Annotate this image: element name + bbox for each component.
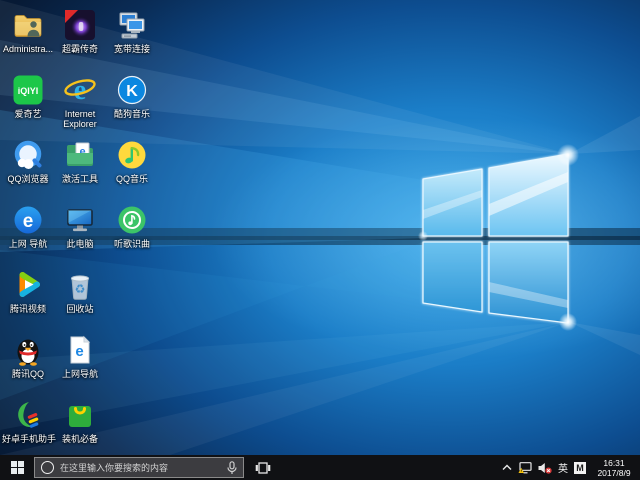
desktop-icon-label: 此电脑	[66, 239, 93, 249]
desktop-icon-internet-explorer[interactable]: e Internet Explorer	[54, 69, 106, 134]
svg-text:K: K	[126, 83, 138, 100]
desktop-icon-label: 回收站	[66, 304, 93, 314]
desktop-icon-recycle-bin[interactable]: ♻ 回收站	[54, 264, 106, 329]
desktop-icon-qq-music[interactable]: QQ音乐	[106, 134, 158, 199]
svg-text:e: e	[75, 343, 83, 360]
game-icon	[63, 8, 97, 42]
desktop-icon-label: Internet Explorer	[54, 109, 106, 129]
desktop-icon-tencent-qq[interactable]: 腾讯QQ	[2, 329, 54, 394]
tencent-video-icon	[11, 268, 45, 302]
desktop-icon-label: 超霸传奇	[62, 44, 98, 54]
desktop-icon-label: 听歌识曲	[114, 239, 150, 249]
desktop-icon-game[interactable]: 超霸传奇	[54, 4, 106, 69]
speaker-muted-icon	[538, 462, 552, 474]
desktop-icon-song-recognition[interactable]: 听歌识曲	[106, 199, 158, 264]
desktop-icon-label: 装机必备	[62, 434, 98, 444]
tencent-qq-icon	[11, 333, 45, 367]
desktop-icon-label: 激活工具	[62, 174, 98, 184]
desktop-icon-iqiyi[interactable]: iQIYI 爱奇艺	[2, 69, 54, 134]
activation-tool-icon: e	[63, 138, 97, 172]
desktop-icon-web-navigation-doc[interactable]: e 上网导航	[54, 329, 106, 394]
system-tray: 英 M 16:31 2017/8/9	[502, 455, 640, 480]
desktop-icon-web-navigation[interactable]: e 上网 导航	[2, 199, 54, 264]
search-placeholder: 在这里输入你要搜索的内容	[60, 461, 221, 474]
desktop-icon-label: 腾讯视频	[10, 304, 46, 314]
desktop-icon-essential-software[interactable]: 装机必备	[54, 394, 106, 455]
desktop-icon-kugou[interactable]: K 酷狗音乐	[106, 69, 158, 134]
volume-button[interactable]	[538, 455, 552, 480]
task-view-button[interactable]	[248, 455, 278, 480]
clock-time: 16:31	[603, 458, 624, 468]
svg-text:e: e	[23, 211, 34, 232]
qq-browser-icon	[11, 138, 45, 172]
web-navigation-doc-icon: e	[63, 333, 97, 367]
taskbar: 在这里输入你要搜索的内容	[0, 455, 640, 480]
ethernet-warning-icon	[518, 462, 532, 474]
iqiyi-icon: iQIYI	[11, 73, 45, 107]
haozhuo-phone-assistant-icon	[11, 398, 45, 432]
desktop-icon-administrator[interactable]: Administra...	[2, 4, 54, 69]
start-button[interactable]	[0, 455, 34, 480]
desktop-icon-this-pc[interactable]: 此电脑	[54, 199, 106, 264]
internet-explorer-icon: e	[63, 73, 97, 107]
song-recognition-icon	[115, 203, 149, 237]
desktop-area[interactable]: Administra... 超霸传奇	[0, 0, 640, 455]
desktop-icon-label: 腾讯QQ	[12, 369, 44, 379]
desktop-icon-label: QQ音乐	[116, 174, 148, 184]
this-pc-icon	[63, 203, 97, 237]
qq-music-icon	[115, 138, 149, 172]
desktop-icon-label: QQ浏览器	[7, 174, 48, 184]
desktop-icon-label: 上网导航	[62, 369, 98, 379]
essential-software-icon	[63, 398, 97, 432]
ime-m-badge: M	[574, 462, 586, 474]
windows-desktop-screen: Administra... 超霸传奇	[0, 0, 640, 480]
ime-language-indicator[interactable]: 英	[558, 455, 568, 480]
chevron-up-icon	[502, 464, 512, 471]
desktop-icon-grid: Administra... 超霸传奇	[2, 4, 158, 455]
clock-date: 2017/8/9	[597, 468, 630, 478]
tray-expand-button[interactable]	[502, 455, 512, 480]
desktop-icon-activation-tool[interactable]: e 激活工具	[54, 134, 106, 199]
recycle-bin-icon: ♻	[63, 268, 97, 302]
desktop-icon-haozhuo[interactable]: 好卓手机助手	[2, 394, 54, 455]
web-navigation-icon: e	[11, 203, 45, 237]
svg-text:♻: ♻	[75, 282, 86, 296]
desktop-icon-label: 酷狗音乐	[114, 109, 150, 119]
kugou-music-icon: K	[115, 73, 149, 107]
svg-text:iQIYI: iQIYI	[18, 86, 39, 96]
ime-mode-button[interactable]: M	[574, 455, 586, 480]
desktop-icon-broadband[interactable]: 宽带连接	[106, 4, 158, 69]
desktop-icon-label: Administra...	[3, 44, 53, 54]
desktop-icon-qq-browser[interactable]: QQ浏览器	[2, 134, 54, 199]
taskbar-search-input[interactable]: 在这里输入你要搜索的内容	[34, 457, 244, 478]
taskbar-clock[interactable]: 16:31 2017/8/9	[592, 458, 636, 478]
desktop-icon-label: 好卓手机助手	[2, 434, 54, 444]
microphone-icon[interactable]	[227, 461, 237, 475]
network-status-button[interactable]	[518, 455, 532, 480]
desktop-icon-label: 上网 导航	[9, 239, 48, 249]
task-view-icon	[255, 462, 271, 474]
cortana-circle-icon	[41, 461, 54, 474]
broadband-icon	[115, 8, 149, 42]
administrator-folder-icon	[11, 8, 45, 42]
windows-start-icon	[11, 461, 24, 474]
desktop-icon-tencent-video[interactable]: 腾讯视频	[2, 264, 54, 329]
desktop-icon-label: 宽带连接	[114, 44, 150, 54]
desktop-icon-label: 爱奇艺	[14, 109, 41, 119]
